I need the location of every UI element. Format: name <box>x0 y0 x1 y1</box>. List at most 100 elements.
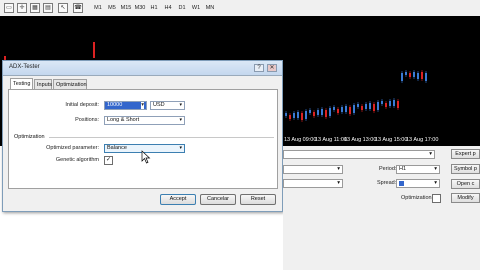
time-axis-label: 13 Aug 17:00 <box>406 137 439 143</box>
candle <box>381 101 383 104</box>
model-select[interactable]: ▾ <box>283 179 343 188</box>
reset-button[interactable]: Reset <box>240 194 276 205</box>
testing-panel: Initial deposit: 10000 ▾ USD ▾ Positions… <box>8 89 278 189</box>
chevron-down-icon: ▾ <box>429 151 432 157</box>
timeframe-button-m1[interactable]: M1 <box>92 3 104 13</box>
candle <box>377 102 379 110</box>
main-toolbar: ▭ ✛ ▦ ▤ ↖ ☎ M1 M5 M15 M30 H1 H4 D1 W1 MN <box>0 0 480 17</box>
initial-deposit-label: Initial deposit: <box>65 102 99 108</box>
candle <box>305 111 307 119</box>
candle <box>373 104 375 111</box>
expert-properties-button[interactable]: Expert p <box>451 149 480 159</box>
cursor-icon[interactable]: ↖ <box>58 3 68 13</box>
candle <box>333 107 335 110</box>
cancel-button[interactable]: Cancelar <box>200 194 236 205</box>
timeframe-button-m5[interactable]: M5 <box>106 3 118 13</box>
candle <box>409 73 411 77</box>
optimized-parameter-label: Optimized parameter: <box>46 145 99 151</box>
chevron-down-icon: ▾ <box>434 180 437 186</box>
candle <box>309 110 311 113</box>
candle <box>297 112 299 118</box>
candle <box>93 42 95 58</box>
section-divider <box>49 137 274 138</box>
candle <box>413 72 415 77</box>
initial-deposit-value: 10000 <box>107 102 123 108</box>
symbol-properties-button[interactable]: Symbol p <box>451 164 480 174</box>
timeframe-button-h4[interactable]: H4 <box>162 3 174 13</box>
mouse-cursor-icon <box>141 150 151 164</box>
currency-value: USD <box>153 102 165 108</box>
timeframe-button-d1[interactable]: D1 <box>176 3 188 13</box>
genetic-algorithm-checkbox[interactable]: ✓ <box>104 156 113 165</box>
close-icon[interactable]: ✕ <box>267 64 277 72</box>
candle <box>329 108 331 116</box>
chevron-down-icon: ▾ <box>434 166 437 172</box>
candle <box>393 100 395 106</box>
dialog-title: ADX-Tester <box>9 64 40 70</box>
chevron-down-icon: ▾ <box>179 145 182 151</box>
modify-button[interactable]: Modify <box>451 193 480 203</box>
initial-deposit-input[interactable]: 10000 ▾ <box>104 101 147 110</box>
optimization-section-label: Optimization <box>14 134 45 140</box>
optimization-label: Optimization <box>401 195 432 201</box>
optimization-checkbox[interactable] <box>432 194 441 203</box>
chevron-down-icon: ▾ <box>179 117 182 123</box>
positions-value: Long & Short <box>107 117 140 123</box>
phone-icon[interactable]: ☎ <box>73 3 83 13</box>
chevron-down-icon: ▾ <box>337 166 340 172</box>
candle <box>293 113 295 118</box>
candle <box>321 109 323 115</box>
chevron-down-icon: ▾ <box>337 180 340 186</box>
expert-properties-dialog: ADX-Tester ? ✕ Testing Inputs Optimizati… <box>2 60 283 212</box>
candle <box>289 115 291 119</box>
open-chart-button[interactable]: Open c <box>451 179 480 189</box>
properties-icon[interactable]: ▤ <box>43 3 53 13</box>
tab-inputs[interactable]: Inputs <box>34 79 52 89</box>
period-select[interactable]: H1 ▾ <box>396 165 440 174</box>
grid-icon[interactable]: ▦ <box>30 3 40 13</box>
symbol-select[interactable]: ▾ <box>283 165 343 174</box>
spread-value-box <box>399 181 404 186</box>
timeframe-button-h1[interactable]: H1 <box>148 3 160 13</box>
accept-button[interactable]: Accept <box>160 194 196 205</box>
period-value: H1 <box>399 166 407 172</box>
chevron-down-icon: ▾ <box>141 102 144 109</box>
candle <box>421 72 423 79</box>
candle <box>337 109 339 113</box>
timeframe-button-mn[interactable]: MN <box>204 3 216 13</box>
expert-select[interactable]: ▾ <box>283 150 435 159</box>
candle <box>313 112 315 116</box>
spread-label: Spread: <box>377 180 397 186</box>
candle <box>357 104 359 107</box>
candle <box>361 106 363 110</box>
candle <box>369 103 371 109</box>
currency-select[interactable]: USD ▾ <box>150 101 185 110</box>
time-axis-label: 13 Aug 09:00 <box>284 137 317 143</box>
candle <box>349 107 351 114</box>
tab-optimization[interactable]: Optimization <box>53 79 87 89</box>
candle <box>397 101 399 108</box>
new-chart-icon[interactable]: ▭ <box>4 3 14 13</box>
tab-testing[interactable]: Testing <box>10 78 33 89</box>
candle <box>285 113 287 116</box>
positions-select[interactable]: Long & Short ▾ <box>104 116 185 125</box>
help-icon[interactable]: ? <box>254 64 264 72</box>
timeframe-button-m30[interactable]: M30 <box>134 3 146 13</box>
crosshair-icon[interactable]: ✛ <box>17 3 27 13</box>
spread-select[interactable]: ▾ <box>396 179 440 188</box>
checkmark-icon: ✓ <box>105 157 112 163</box>
candle <box>389 101 391 106</box>
candle <box>317 110 319 115</box>
candle <box>341 107 343 112</box>
candle <box>401 73 403 81</box>
genetic-algorithm-label: Genetic algorithm <box>55 157 99 163</box>
candle <box>353 105 355 113</box>
timeframe-button-m15[interactable]: M15 <box>120 3 132 13</box>
time-axis-label: 13 Aug 11:00 <box>315 137 348 143</box>
timeframe-button-w1[interactable]: W1 <box>190 3 202 13</box>
time-axis-label: 13 Aug 13:00 <box>344 137 377 143</box>
dialog-titlebar: ADX-Tester ? ✕ <box>3 61 282 76</box>
candle <box>425 73 427 81</box>
candle <box>417 73 419 79</box>
candle <box>301 113 303 120</box>
